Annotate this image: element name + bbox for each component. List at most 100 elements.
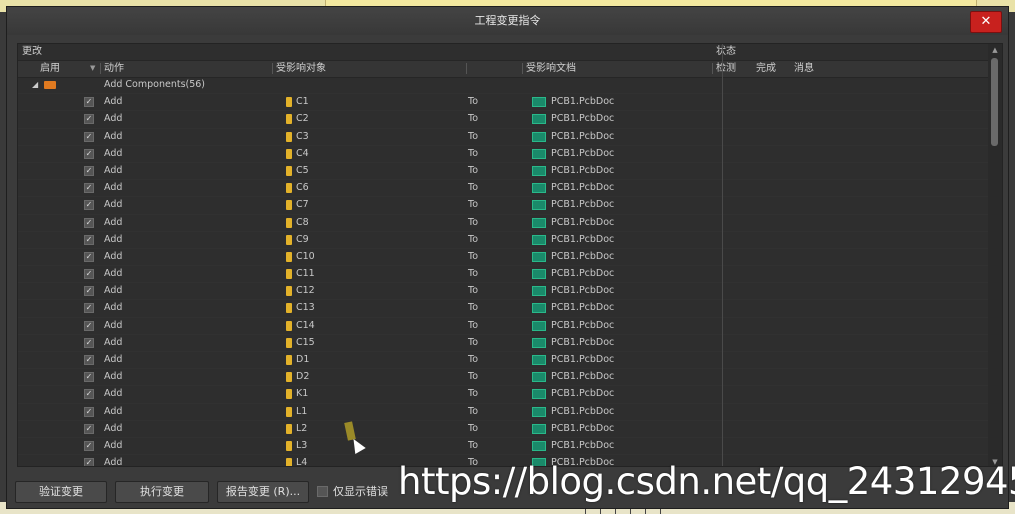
column-separator[interactable]: [272, 63, 273, 74]
table-row[interactable]: ✓ Add C7 To PCB1.PcbDoc: [18, 197, 988, 215]
affected-doc-cell: PCB1.PcbDoc: [551, 422, 615, 434]
table-row[interactable]: ✓ Add C6 To PCB1.PcbDoc: [18, 180, 988, 198]
column-separator[interactable]: [522, 63, 523, 74]
enable-checkbox[interactable]: ✓: [84, 372, 94, 383]
execute-changes-button[interactable]: 执行变更: [115, 481, 209, 503]
to-cell: To: [468, 285, 479, 297]
validate-changes-button[interactable]: 验证变更: [15, 481, 107, 503]
pcb-document-icon: [532, 97, 546, 108]
table-row[interactable]: ✓ Add L3 To PCB1.PcbDoc: [18, 438, 988, 456]
component-icon: [286, 286, 292, 297]
enable-checkbox[interactable]: ✓: [84, 337, 94, 348]
table-row[interactable]: ✓ Add C3 To PCB1.PcbDoc: [18, 129, 988, 146]
enable-checkbox[interactable]: ✓: [84, 355, 94, 365]
table-row[interactable]: ✓ Add C9 To PCB1.PcbDoc: [18, 232, 988, 249]
affected-doc-cell: PCB1.PcbDoc: [551, 285, 615, 297]
enable-checkbox[interactable]: ✓: [84, 269, 94, 280]
report-changes-button[interactable]: 报告变更 (R)...: [217, 481, 309, 503]
column-separator[interactable]: [466, 63, 467, 74]
action-cell: Add: [104, 319, 123, 331]
enable-checkbox[interactable]: ✓: [84, 148, 94, 159]
watermark-url: https://blog.csdn.net/qq_24312945: [398, 460, 1015, 503]
component-icon: [286, 458, 292, 466]
scroll-up-icon[interactable]: ▲: [988, 44, 1002, 56]
table-row[interactable]: ✓ Add K1 To PCB1.PcbDoc: [18, 386, 988, 404]
enable-checkbox[interactable]: ✓: [84, 251, 94, 262]
enable-checkbox[interactable]: ✓: [84, 423, 94, 434]
enable-checkbox[interactable]: ✓: [84, 303, 94, 314]
to-cell: To: [468, 439, 479, 451]
enable-checkbox[interactable]: ✓: [84, 440, 94, 451]
action-cell: Add: [104, 130, 123, 142]
component-icon: [286, 337, 292, 348]
pcb-document-icon: [532, 286, 546, 297]
affected-doc-cell: PCB1.PcbDoc: [551, 113, 615, 125]
table-row[interactable]: ✓ Add C12 To PCB1.PcbDoc: [18, 283, 988, 301]
column-header-message[interactable]: 消息: [794, 61, 814, 76]
action-cell: Add: [104, 457, 123, 467]
enable-checkbox[interactable]: ✓: [84, 234, 94, 245]
close-button[interactable]: ✕: [970, 11, 1002, 33]
enable-checkbox[interactable]: ✓: [84, 458, 94, 466]
sort-desc-icon[interactable]: ▼: [90, 61, 95, 76]
column-separator[interactable]: [100, 63, 101, 74]
table-row[interactable]: ✓ Add C14 To PCB1.PcbDoc: [18, 318, 988, 335]
collapse-triangle-icon[interactable]: ◢: [32, 77, 38, 93]
table-row[interactable]: ✓ Add D2 To PCB1.PcbDoc: [18, 369, 988, 387]
column-header-affected-doc[interactable]: 受影响文档: [526, 61, 576, 76]
affected-doc-cell: PCB1.PcbDoc: [551, 371, 615, 383]
affected-object-cell: C13: [296, 302, 315, 314]
affected-object-cell: C14: [296, 319, 315, 331]
table-row[interactable]: ✓ Add C4 To PCB1.PcbDoc: [18, 146, 988, 163]
table-row[interactable]: ✓ Add C5 To PCB1.PcbDoc: [18, 163, 988, 181]
table-row[interactable]: ✓ Add L1 To PCB1.PcbDoc: [18, 404, 988, 421]
to-cell: To: [468, 233, 479, 245]
enable-checkbox[interactable]: ✓: [84, 286, 94, 297]
enable-checkbox[interactable]: ✓: [84, 114, 94, 125]
to-cell: To: [468, 199, 479, 211]
enable-checkbox[interactable]: ✓: [84, 389, 94, 400]
to-cell: To: [468, 164, 479, 176]
pcb-document-icon: [532, 148, 546, 159]
table-row[interactable]: ✓ Add D1 To PCB1.PcbDoc: [18, 352, 988, 370]
table-row[interactable]: ✓ Add C2 To PCB1.PcbDoc: [18, 111, 988, 129]
pcb-document-icon: [532, 269, 546, 280]
scroll-thumb[interactable]: [991, 58, 998, 146]
to-cell: To: [468, 422, 479, 434]
vertical-scrollbar[interactable]: ▲ ▼: [988, 44, 1002, 466]
column-header-action[interactable]: 动作: [104, 61, 124, 76]
action-cell: Add: [104, 422, 123, 434]
column-header-affected-object[interactable]: 受影响对象: [276, 61, 326, 76]
dialog-titlebar[interactable]: 工程变更指令 ✕: [7, 7, 1008, 35]
enable-checkbox[interactable]: ✓: [84, 320, 94, 331]
enable-checkbox[interactable]: ✓: [84, 200, 94, 211]
group-row-label: Add Components(56): [104, 79, 206, 90]
show-errors-only-checkbox[interactable]: [317, 486, 328, 497]
table-row[interactable]: ✓ Add C1 To PCB1.PcbDoc: [18, 94, 988, 112]
table-row[interactable]: ✓ Add C11 To PCB1.PcbDoc: [18, 266, 988, 284]
enable-checkbox[interactable]: ✓: [84, 97, 94, 108]
component-icon: [286, 303, 292, 314]
column-separator[interactable]: [712, 63, 713, 74]
action-cell: Add: [104, 233, 123, 245]
action-cell: Add: [104, 164, 123, 176]
enable-checkbox[interactable]: ✓: [84, 165, 94, 176]
affected-doc-cell: PCB1.PcbDoc: [551, 199, 615, 211]
enable-checkbox[interactable]: ✓: [84, 131, 94, 142]
group-row-add-components[interactable]: ◢ Add Components(56): [18, 77, 988, 95]
column-header-check[interactable]: 检测: [716, 61, 736, 76]
enable-checkbox[interactable]: ✓: [84, 183, 94, 194]
enable-checkbox[interactable]: ✓: [84, 406, 94, 417]
column-header-done[interactable]: 完成: [756, 61, 776, 76]
enable-checkbox[interactable]: ✓: [84, 217, 94, 228]
action-cell: Add: [104, 285, 123, 297]
column-header-enable[interactable]: 启用: [40, 61, 60, 76]
table-row[interactable]: ✓ Add C8 To PCB1.PcbDoc: [18, 215, 988, 232]
affected-object-cell: C5: [296, 164, 309, 176]
to-cell: To: [468, 130, 479, 142]
table-row[interactable]: ✓ Add C13 To PCB1.PcbDoc: [18, 300, 988, 318]
table-row[interactable]: ✓ Add L2 To PCB1.PcbDoc: [18, 421, 988, 438]
table-row[interactable]: ✓ Add C15 To PCB1.PcbDoc: [18, 335, 988, 352]
table-row[interactable]: ✓ Add C10 To PCB1.PcbDoc: [18, 249, 988, 267]
group-header-changes: 更改: [22, 46, 42, 57]
